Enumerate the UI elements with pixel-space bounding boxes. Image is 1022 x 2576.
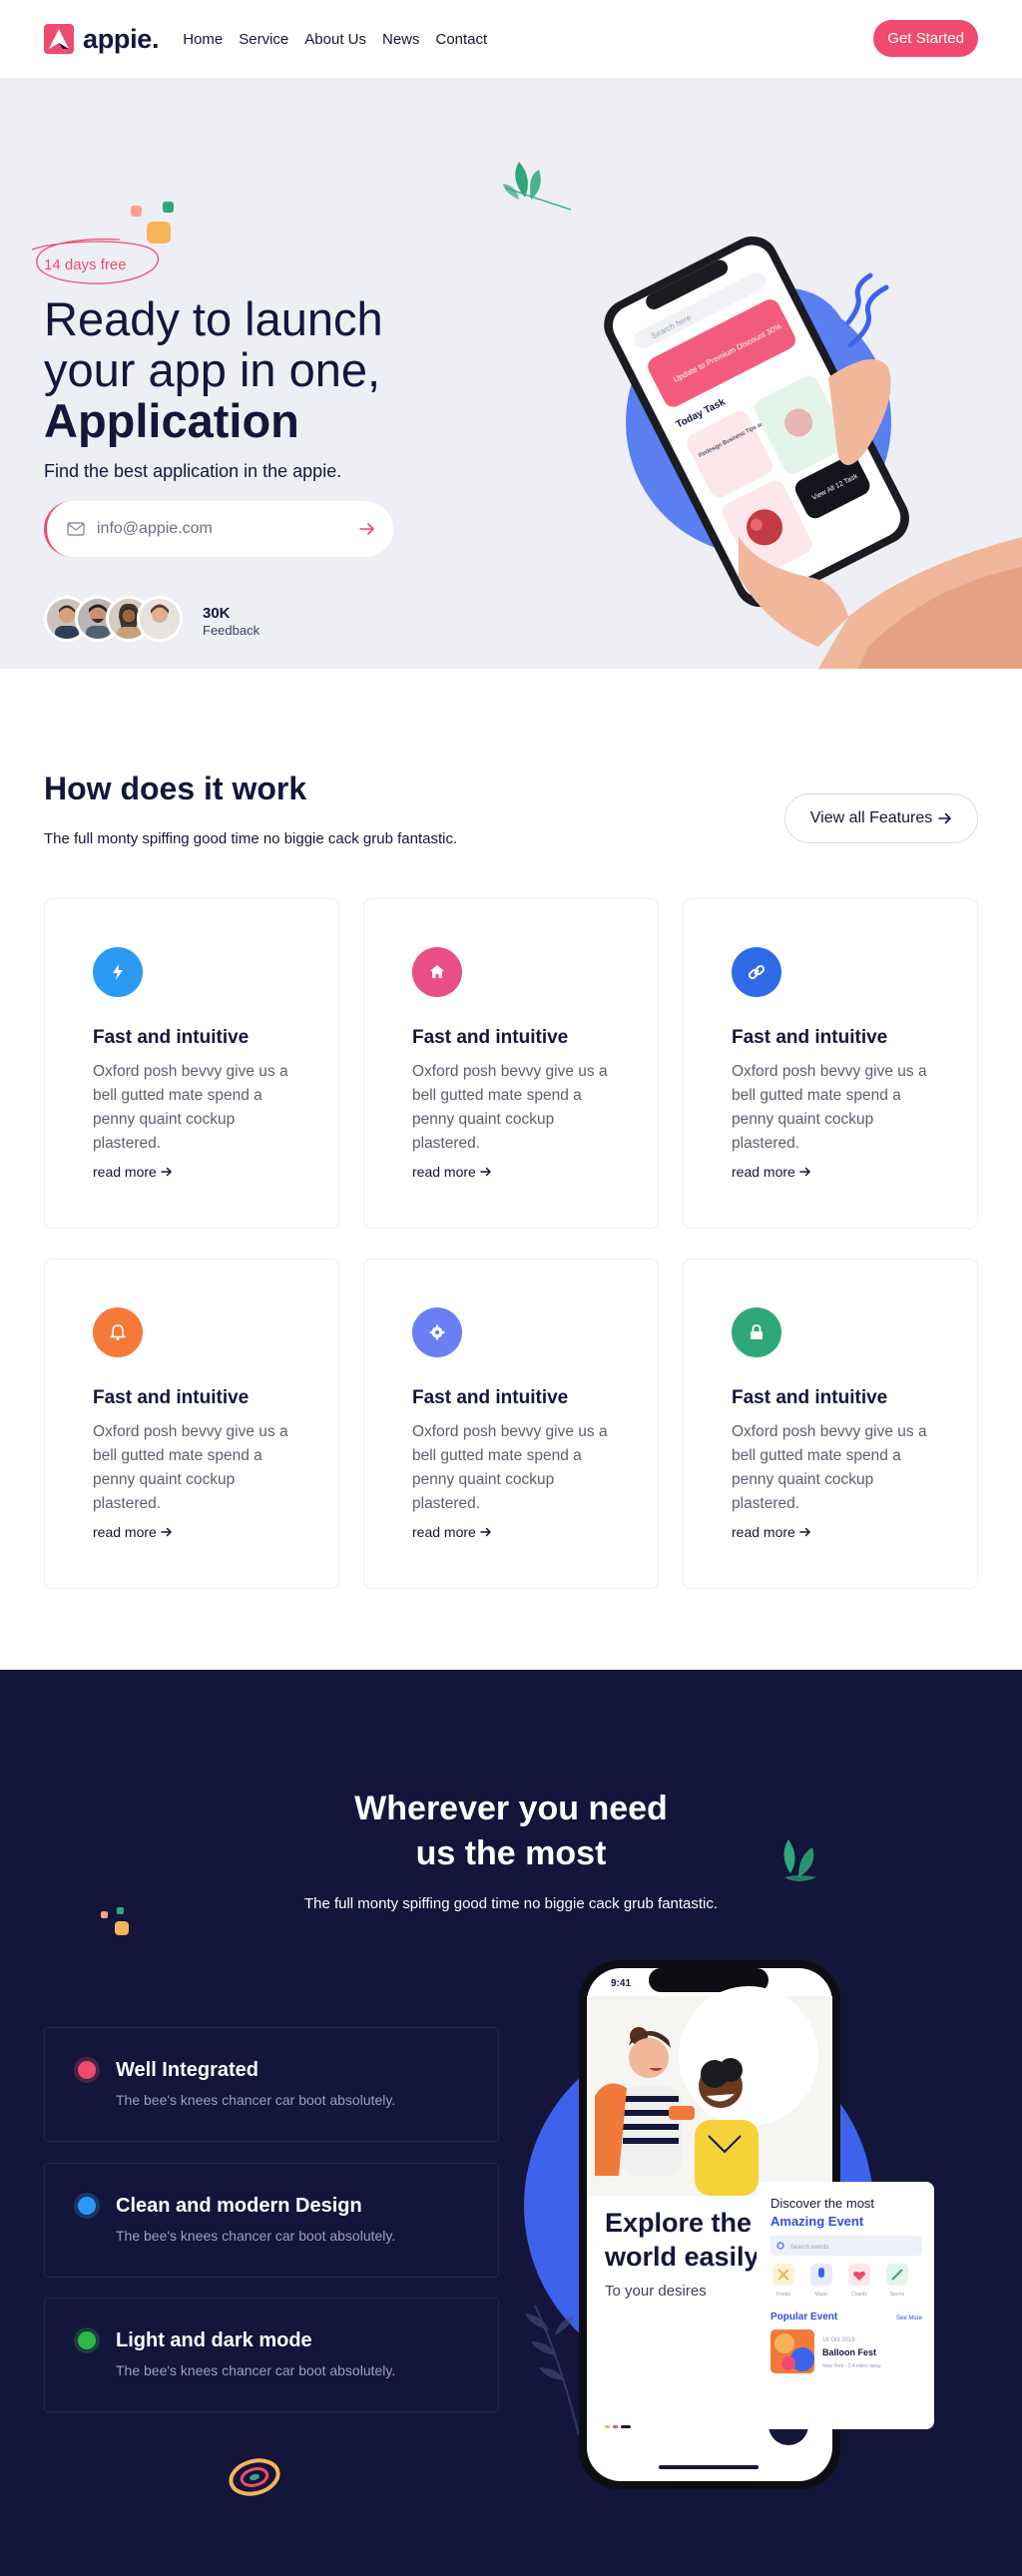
feature-card-text: Oxford posh bevvy give us a bell gutted … bbox=[93, 1063, 288, 1152]
feature-card-title: Fast and intuitive bbox=[732, 1027, 888, 1048]
svg-text:Popular Event: Popular Event bbox=[770, 2312, 838, 2322]
dark-title-line1: Wherever you need bbox=[354, 1790, 668, 1827]
arrow-right-icon bbox=[938, 812, 952, 824]
bolt-icon bbox=[93, 947, 143, 997]
arrow-right-icon bbox=[161, 1167, 172, 1177]
features-dark-section: Wherever you need us the most The full m… bbox=[0, 1670, 1022, 2576]
status-dot bbox=[78, 2197, 96, 2215]
feature-item-title: Light and dark mode bbox=[116, 2329, 312, 2351]
link-icon bbox=[732, 947, 781, 997]
feature-card-text: Oxford posh bevvy give us a bell gutted … bbox=[732, 1063, 927, 1152]
svg-text:Music: Music bbox=[814, 2292, 828, 2298]
feature-card: Fast and intuitive Oxford posh bevvy give… bbox=[363, 1259, 659, 1589]
arrow-right-icon bbox=[161, 1527, 172, 1537]
feature-card-title: Fast and intuitive bbox=[412, 1387, 569, 1408]
dark-title-line2: us the most bbox=[415, 1834, 607, 1872]
svg-text:Amazing Event: Amazing Event bbox=[770, 2214, 864, 2229]
read-more-label: read more bbox=[412, 1524, 476, 1540]
svg-text:See More: See More bbox=[896, 2316, 923, 2321]
lock-icon bbox=[732, 1307, 781, 1357]
read-more-label: read more bbox=[412, 1164, 476, 1180]
feature-item-text: The bee's knees chancer car boot absolut… bbox=[116, 2092, 396, 2108]
app-mockup-illustration: 9:41 Explore the world easily To your de… bbox=[524, 1960, 934, 2489]
svg-text:Search events: Search events bbox=[790, 2245, 828, 2251]
svg-text:Discover the most: Discover the most bbox=[770, 2196, 874, 2211]
feature-card: Fast and intuitive Oxford posh bevvy give… bbox=[683, 1259, 978, 1589]
feature-item-title: Well Integrated bbox=[116, 2059, 258, 2081]
feature-card-text: Oxford posh bevvy give us a bell gutted … bbox=[412, 1063, 608, 1152]
feature-card-text: Oxford posh bevvy give us a bell gutted … bbox=[93, 1423, 288, 1512]
status-dot bbox=[78, 2061, 96, 2079]
view-all-features-button[interactable]: View all Features bbox=[784, 793, 978, 843]
svg-text:New York · 2.4 miles away: New York · 2.4 miles away bbox=[822, 2363, 881, 2369]
home-icon bbox=[412, 947, 462, 997]
svg-text:world easily: world easily bbox=[604, 2242, 760, 2272]
leaf-decoration bbox=[783, 1839, 816, 1881]
svg-text:Sports: Sports bbox=[890, 2292, 905, 2298]
feature-card-text: Oxford posh bevvy give us a bell gutted … bbox=[412, 1423, 608, 1512]
feature-card-title: Fast and intuitive bbox=[93, 1387, 250, 1408]
how-inner: How does it work The full monty spiffing… bbox=[0, 0, 1022, 1589]
view-all-features-label: View all Features bbox=[809, 809, 933, 826]
arrow-right-icon bbox=[480, 1167, 491, 1177]
feature-item[interactable]: Well Integrated The bee's knees chancer … bbox=[44, 2027, 499, 2142]
status-dot bbox=[78, 2331, 96, 2349]
section-title: How does it work bbox=[44, 771, 307, 806]
feature-card-title: Fast and intuitive bbox=[412, 1027, 569, 1048]
svg-text:Balloon Fest: Balloon Fest bbox=[822, 2347, 876, 2357]
feature-item-title: Clean and modern Design bbox=[116, 2195, 362, 2217]
feature-card-title: Fast and intuitive bbox=[93, 1027, 250, 1048]
feature-card: Fast and intuitive Oxford posh bevvy give… bbox=[44, 1259, 339, 1589]
feature-card: Fast and intuitive Oxford posh bevvy give… bbox=[44, 898, 339, 1229]
feature-card-text: Oxford posh bevvy give us a bell gutted … bbox=[732, 1423, 927, 1512]
arrow-right-icon bbox=[480, 1527, 491, 1537]
svg-text:Foods: Foods bbox=[776, 2292, 790, 2298]
dark-section-lead: The full monty spiffing good time no big… bbox=[303, 1895, 719, 1912]
read-more-link[interactable]: read more bbox=[732, 1524, 811, 1540]
feature-card: Fast and intuitive Oxford posh bevvy give… bbox=[363, 898, 659, 1229]
read-more-label: read more bbox=[732, 1524, 795, 1540]
svg-text:9:41: 9:41 bbox=[611, 1978, 631, 1989]
svg-text:Charity: Charity bbox=[851, 2292, 867, 2298]
feature-item[interactable]: Light and dark mode The bee's knees chan… bbox=[44, 2298, 499, 2412]
feature-item[interactable]: Clean and modern Design The bee's knees … bbox=[44, 2163, 499, 2278]
swirl-decoration bbox=[229, 2458, 280, 2496]
read-more-label: read more bbox=[93, 1164, 157, 1180]
feature-card-title: Fast and intuitive bbox=[732, 1387, 888, 1408]
read-more-label: read more bbox=[93, 1524, 157, 1540]
dark-section-title: Wherever you need us the most bbox=[0, 1787, 1022, 1876]
event-card: Discover the most Amazing Event Search e… bbox=[757, 2182, 934, 2429]
feature-item-text: The bee's knees chancer car boot absolut… bbox=[116, 2228, 396, 2244]
read-more-link[interactable]: read more bbox=[732, 1164, 811, 1180]
feature-card: Fast and intuitive Oxford posh bevvy give… bbox=[683, 898, 978, 1229]
read-more-link[interactable]: read more bbox=[412, 1524, 492, 1540]
read-more-link[interactable]: read more bbox=[93, 1164, 173, 1180]
svg-text:16 Oct 2019: 16 Oct 2019 bbox=[822, 2337, 855, 2343]
svg-text:To your desires: To your desires bbox=[605, 2283, 707, 2300]
read-more-link[interactable]: read more bbox=[412, 1164, 492, 1180]
how-it-works-section: How does it work The full monty spiffing… bbox=[0, 669, 1022, 1670]
read-more-label: read more bbox=[732, 1164, 795, 1180]
section-lead: The full monty spiffing good time no big… bbox=[44, 830, 458, 847]
gear-icon bbox=[412, 1307, 462, 1357]
svg-text:Explore the: Explore the bbox=[605, 2208, 752, 2238]
dark-inner: Wherever you need us the most The full m… bbox=[0, 1670, 1022, 2576]
arrow-right-icon bbox=[799, 1167, 810, 1177]
leaves-decoration bbox=[525, 2305, 580, 2436]
read-more-link[interactable]: read more bbox=[93, 1524, 173, 1540]
confetti-decoration bbox=[101, 1907, 129, 1935]
arrow-right-icon bbox=[799, 1527, 810, 1537]
feature-item-text: The bee's knees chancer car boot absolut… bbox=[116, 2362, 396, 2378]
bell-icon bbox=[93, 1307, 143, 1357]
